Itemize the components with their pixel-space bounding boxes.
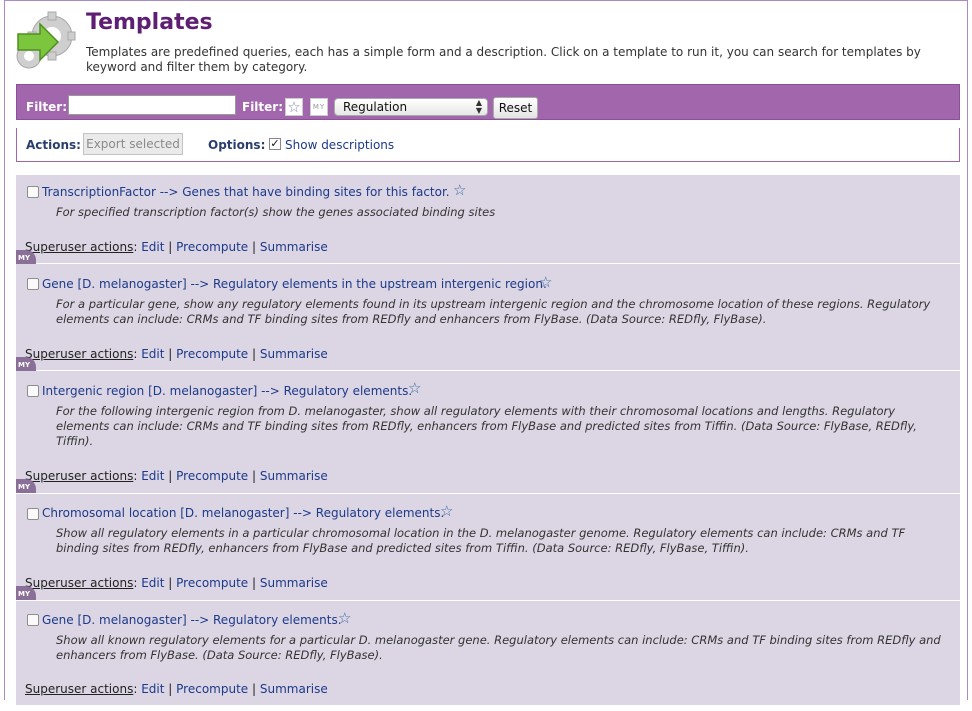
select-arrows-icon: ▲ ▼: [475, 98, 482, 115]
template-select-checkbox[interactable]: [27, 385, 39, 397]
template-list: TranscriptionFactor --> Genes that have …: [16, 175, 960, 705]
favourite-star-icon[interactable]: ☆: [440, 502, 453, 520]
my-tag-badge: MY: [16, 250, 36, 264]
precompute-link[interactable]: Precompute: [176, 347, 248, 361]
separator: |: [168, 576, 173, 590]
template-link[interactable]: Gene [D. melanogaster] --> Regulatory el…: [42, 277, 547, 291]
template-select-checkbox[interactable]: [27, 186, 39, 198]
summarise-link[interactable]: Summarise: [260, 347, 328, 361]
page-title: Templates: [86, 10, 213, 35]
reset-button[interactable]: Reset: [493, 97, 538, 119]
edit-link[interactable]: Edit: [141, 469, 164, 483]
page-header: Templates Templates are predefined queri…: [12, 8, 957, 74]
template-row: Chromosomal location [D. melanogaster] -…: [16, 494, 960, 601]
superuser-actions-label: Superuser actions: [25, 347, 134, 361]
actions-bar: Actions: Export selected Options: ✓ Show…: [16, 128, 960, 162]
separator: |: [168, 469, 173, 483]
template-link[interactable]: TranscriptionFactor --> Genes that have …: [42, 185, 450, 199]
precompute-link[interactable]: Precompute: [176, 469, 248, 483]
superuser-actions: Superuser actions: Edit | Precompute | S…: [25, 240, 328, 254]
precompute-link[interactable]: Precompute: [176, 240, 248, 254]
edit-link[interactable]: Edit: [141, 576, 164, 590]
superuser-actions: Superuser actions: Edit | Precompute | S…: [25, 576, 328, 590]
template-select-checkbox[interactable]: [27, 508, 39, 520]
template-link[interactable]: Intergenic region [D. melanogaster] --> …: [42, 384, 412, 398]
template-description: For specified transcription factor(s) sh…: [56, 205, 496, 219]
my-tag-badge: MY: [16, 479, 36, 493]
edit-link[interactable]: Edit: [141, 347, 164, 361]
actions-label: Actions:: [26, 138, 81, 152]
favourite-star-icon[interactable]: ☆: [539, 273, 552, 291]
my-tag-badge: MY: [16, 357, 36, 371]
precompute-link[interactable]: Precompute: [176, 576, 248, 590]
superuser-actions: Superuser actions: Edit | Precompute | S…: [25, 347, 328, 361]
superuser-actions-label: Superuser actions: [25, 240, 134, 254]
superuser-actions: Superuser actions: Edit | Precompute | S…: [25, 469, 328, 483]
summarise-link[interactable]: Summarise: [260, 576, 328, 590]
superuser-actions-label: Superuser actions: [25, 576, 134, 590]
separator: |: [252, 469, 257, 483]
separator: |: [252, 240, 257, 254]
templates-logo-icon: [16, 11, 76, 69]
favourite-star-icon[interactable]: ☆: [338, 609, 351, 627]
separator: |: [168, 347, 173, 361]
superuser-actions-label: Superuser actions: [25, 469, 134, 483]
template-description: For the following intergenic region from…: [56, 404, 917, 448]
separator: |: [168, 240, 173, 254]
template-description: Show all regulatory elements in a partic…: [56, 526, 906, 555]
favourite-star-icon[interactable]: ☆: [408, 379, 421, 397]
filter-input[interactable]: [68, 95, 236, 115]
template-select-checkbox[interactable]: [27, 278, 39, 290]
summarise-link[interactable]: Summarise: [260, 240, 328, 254]
my-tag-badge: MY: [16, 586, 36, 600]
show-descriptions-label[interactable]: Show descriptions: [285, 138, 394, 152]
template-link[interactable]: Chromosomal location [D. melanogaster] -…: [42, 506, 444, 520]
page-intro: Templates are predefined queries, each h…: [86, 45, 921, 74]
category-select[interactable]: Regulation ▲ ▼: [334, 98, 488, 116]
template-row: Gene [D. melanogaster] --> Regulatory el…: [16, 264, 960, 371]
export-selected-button[interactable]: Export selected: [83, 133, 183, 155]
separator: |: [252, 576, 257, 590]
template-description: For a particular gene, show any regulato…: [56, 297, 931, 326]
category-select-value: Regulation: [343, 100, 408, 114]
summarise-link[interactable]: Summarise: [260, 469, 328, 483]
template-row: Gene [D. melanogaster] --> Regulatory el…: [16, 601, 960, 711]
template-row: TranscriptionFactor --> Genes that have …: [16, 175, 960, 264]
favourites-filter-star-icon[interactable]: ☆: [285, 98, 303, 116]
filter-bar: Filter: Filter: ☆ MY Regulation ▲ ▼ Reset: [16, 84, 960, 120]
template-link[interactable]: Gene [D. melanogaster] --> Regulatory el…: [42, 613, 342, 627]
edit-link[interactable]: Edit: [141, 240, 164, 254]
filter-label: Filter:: [26, 100, 68, 114]
favourite-star-icon[interactable]: ☆: [453, 181, 466, 199]
template-row: Intergenic region [D. melanogaster] --> …: [16, 371, 960, 494]
template-select-checkbox[interactable]: [27, 614, 39, 626]
options-label: Options:: [208, 138, 266, 152]
filter-category-label: Filter:: [242, 100, 284, 114]
separator: |: [252, 347, 257, 361]
my-filter-button[interactable]: MY: [310, 98, 328, 116]
template-description: Show all known regulatory elements for a…: [56, 633, 941, 662]
show-descriptions-checkbox[interactable]: ✓: [269, 138, 281, 150]
